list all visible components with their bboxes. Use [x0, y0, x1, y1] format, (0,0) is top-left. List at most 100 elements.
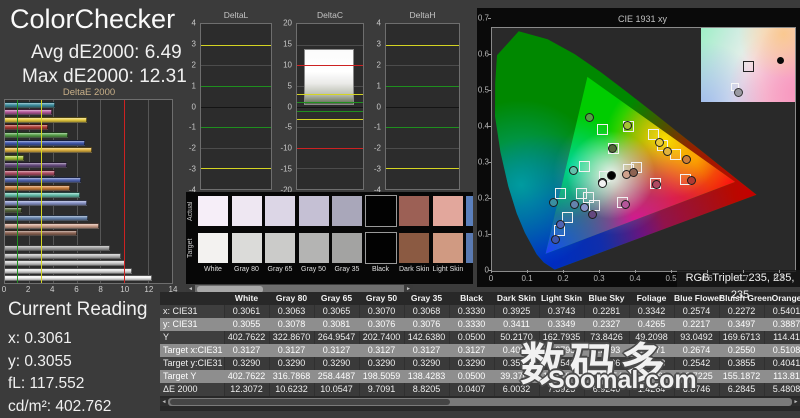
deltae-bar-black: [5, 237, 172, 245]
measured-point: [687, 176, 696, 185]
table-scrollbar[interactable]: ◄ ►: [160, 398, 800, 406]
target-swatch: [332, 233, 362, 263]
deltae-bar-bluish-green: [5, 192, 172, 200]
deltae-bar-dark-skin: [5, 229, 172, 237]
deltal-chart-title: DeltaL: [200, 10, 272, 20]
actual-swatch-row: [198, 196, 473, 226]
measured-point: [623, 121, 632, 130]
swatch-label: Gray 35: [332, 266, 362, 273]
target-swatch: [299, 233, 329, 263]
table-row: Target y:CIE310.32900.32900.32900.32900.…: [160, 357, 800, 370]
measured-point: [682, 155, 691, 164]
table-row: Y402.7622322.8670264.9547202.7400142.638…: [160, 331, 800, 344]
swatch-label: Light Skin: [433, 266, 463, 273]
cie-chart-title: CIE 1931 xy: [491, 14, 794, 24]
measured-point: [570, 200, 579, 209]
actual-swatch: [399, 196, 429, 226]
current-reading-x: x: 0.3061: [8, 328, 158, 351]
current-reading-panel: Current Reading x: 0.3061 y: 0.3055 fL: …: [8, 299, 158, 418]
table-scrollbar-track[interactable]: [168, 398, 792, 406]
white-point-inset: [701, 28, 795, 102]
measured-point: [655, 138, 664, 147]
current-reading-y: y: 0.3055: [8, 351, 158, 374]
target-swatch: [366, 233, 396, 263]
current-reading-title: Current Reading: [8, 299, 158, 321]
measured-point: [549, 198, 558, 207]
deltae-bar-red: [5, 124, 172, 132]
deltae-bar-gray-65: [5, 259, 172, 267]
table-scrollbar-thumb[interactable]: [170, 399, 450, 405]
table-row: y: CIE310.30550.30780.30810.30760.30760.…: [160, 318, 800, 331]
measured-point: [607, 171, 616, 180]
measurement-table: WhiteGray 80Gray 65Gray 50Gray 35BlackDa…: [160, 292, 800, 411]
target-point: [597, 124, 608, 135]
deltae-bar-purple: [5, 161, 172, 169]
deltah-y-axis: 43210-1-2-3-4: [363, 23, 383, 190]
target-swatch: [265, 233, 295, 263]
measured-point: [551, 235, 560, 244]
current-reading-fl: fL: 117.552: [8, 373, 158, 396]
table-row: Target x:CIE310.31270.31270.31270.31270.…: [160, 344, 800, 357]
swatch-label: Gray 50: [299, 266, 329, 273]
measured-point: [598, 179, 607, 188]
deltal-chart: [200, 23, 272, 190]
target-swatch-row: [198, 233, 473, 263]
cie-1931-panel: CIE 1931 xy: [477, 8, 800, 287]
deltac-chart: [296, 23, 364, 190]
actual-swatch: [299, 196, 329, 226]
avg-de2000-readout: Avg dE2000: 6.49: [31, 42, 182, 64]
swatch-label: White: [198, 266, 228, 273]
actual-swatch: [332, 196, 362, 226]
measured-point: [629, 168, 638, 177]
deltac-y-axis: 20151050-5-10-15-20: [274, 23, 294, 190]
page-title: ColorChecker: [10, 4, 175, 35]
deltae-bar-moderate-red: [5, 169, 172, 177]
measured-point: [569, 166, 578, 175]
deltae-bar-light-skin: [5, 222, 172, 230]
scroll-left-icon[interactable]: ◄: [160, 398, 168, 406]
max-de2000-readout: Max dE2000: 12.31: [22, 66, 187, 88]
current-reading-cdm2: cd/m²: 402.762: [8, 396, 158, 418]
deltae-bar-gray-80: [5, 267, 172, 275]
deltae-bar-blue-flower: [5, 199, 172, 207]
watermark-url: Soomal.com: [548, 366, 697, 395]
deltae-bar-chart: [4, 99, 173, 284]
deltae-bar-white: [5, 275, 172, 283]
deltac-chart-title: DeltaC: [296, 10, 364, 20]
target-point: [555, 188, 566, 199]
measured-point: [588, 210, 597, 219]
deltae-bar-gray-50: [5, 252, 172, 260]
deltae-chart-title: DeltaE 2000: [4, 87, 174, 98]
target-swatch: [399, 233, 429, 263]
deltae-bar-yellow-green: [5, 154, 172, 162]
dot-marker: [777, 57, 784, 64]
circle-marker: [734, 88, 743, 97]
target-point: [670, 149, 681, 160]
target-swatch: [433, 233, 463, 263]
target-point: [579, 161, 590, 172]
swatch-panel: Actual Target WhiteGray 80Gray 65Gray 50…: [186, 192, 473, 284]
measured-point: [663, 147, 672, 156]
measured-point: [556, 220, 565, 229]
deltah-chart-title: DeltaH: [385, 10, 460, 20]
table-row: Target Y402.7622316.7868258.4487198.5059…: [160, 370, 800, 383]
deltae-bar-blue: [5, 139, 172, 147]
actual-swatch: [366, 196, 396, 226]
deltae-bar-orange: [5, 184, 172, 192]
table-row: ΔE 200012.307210.623210.05479.70918.8205…: [160, 383, 800, 396]
swatch-label: Dark Skin: [399, 266, 429, 273]
table-row: x: CIE310.30610.30630.30650.30700.30680.…: [160, 305, 800, 318]
deltae-bar-green: [5, 131, 172, 139]
swatch-labels-row: WhiteGray 80Gray 65Gray 50Gray 35BlackDa…: [198, 266, 466, 273]
deltal-y-axis: 43210-1-2-3-4: [178, 23, 198, 190]
actual-swatch: [232, 196, 262, 226]
target-swatch: [198, 233, 228, 263]
deltae-x-axis: 02468101214: [4, 285, 176, 295]
measured-point: [608, 144, 617, 153]
deltae-bar-gray-35: [5, 244, 172, 252]
table-header-row: WhiteGray 80Gray 65Gray 50Gray 35BlackDa…: [160, 292, 800, 305]
deltae-bar-blue-sky: [5, 214, 172, 222]
scroll-right-icon[interactable]: ►: [792, 398, 800, 406]
deltae-bars: [5, 100, 172, 283]
square-marker: [743, 61, 754, 72]
